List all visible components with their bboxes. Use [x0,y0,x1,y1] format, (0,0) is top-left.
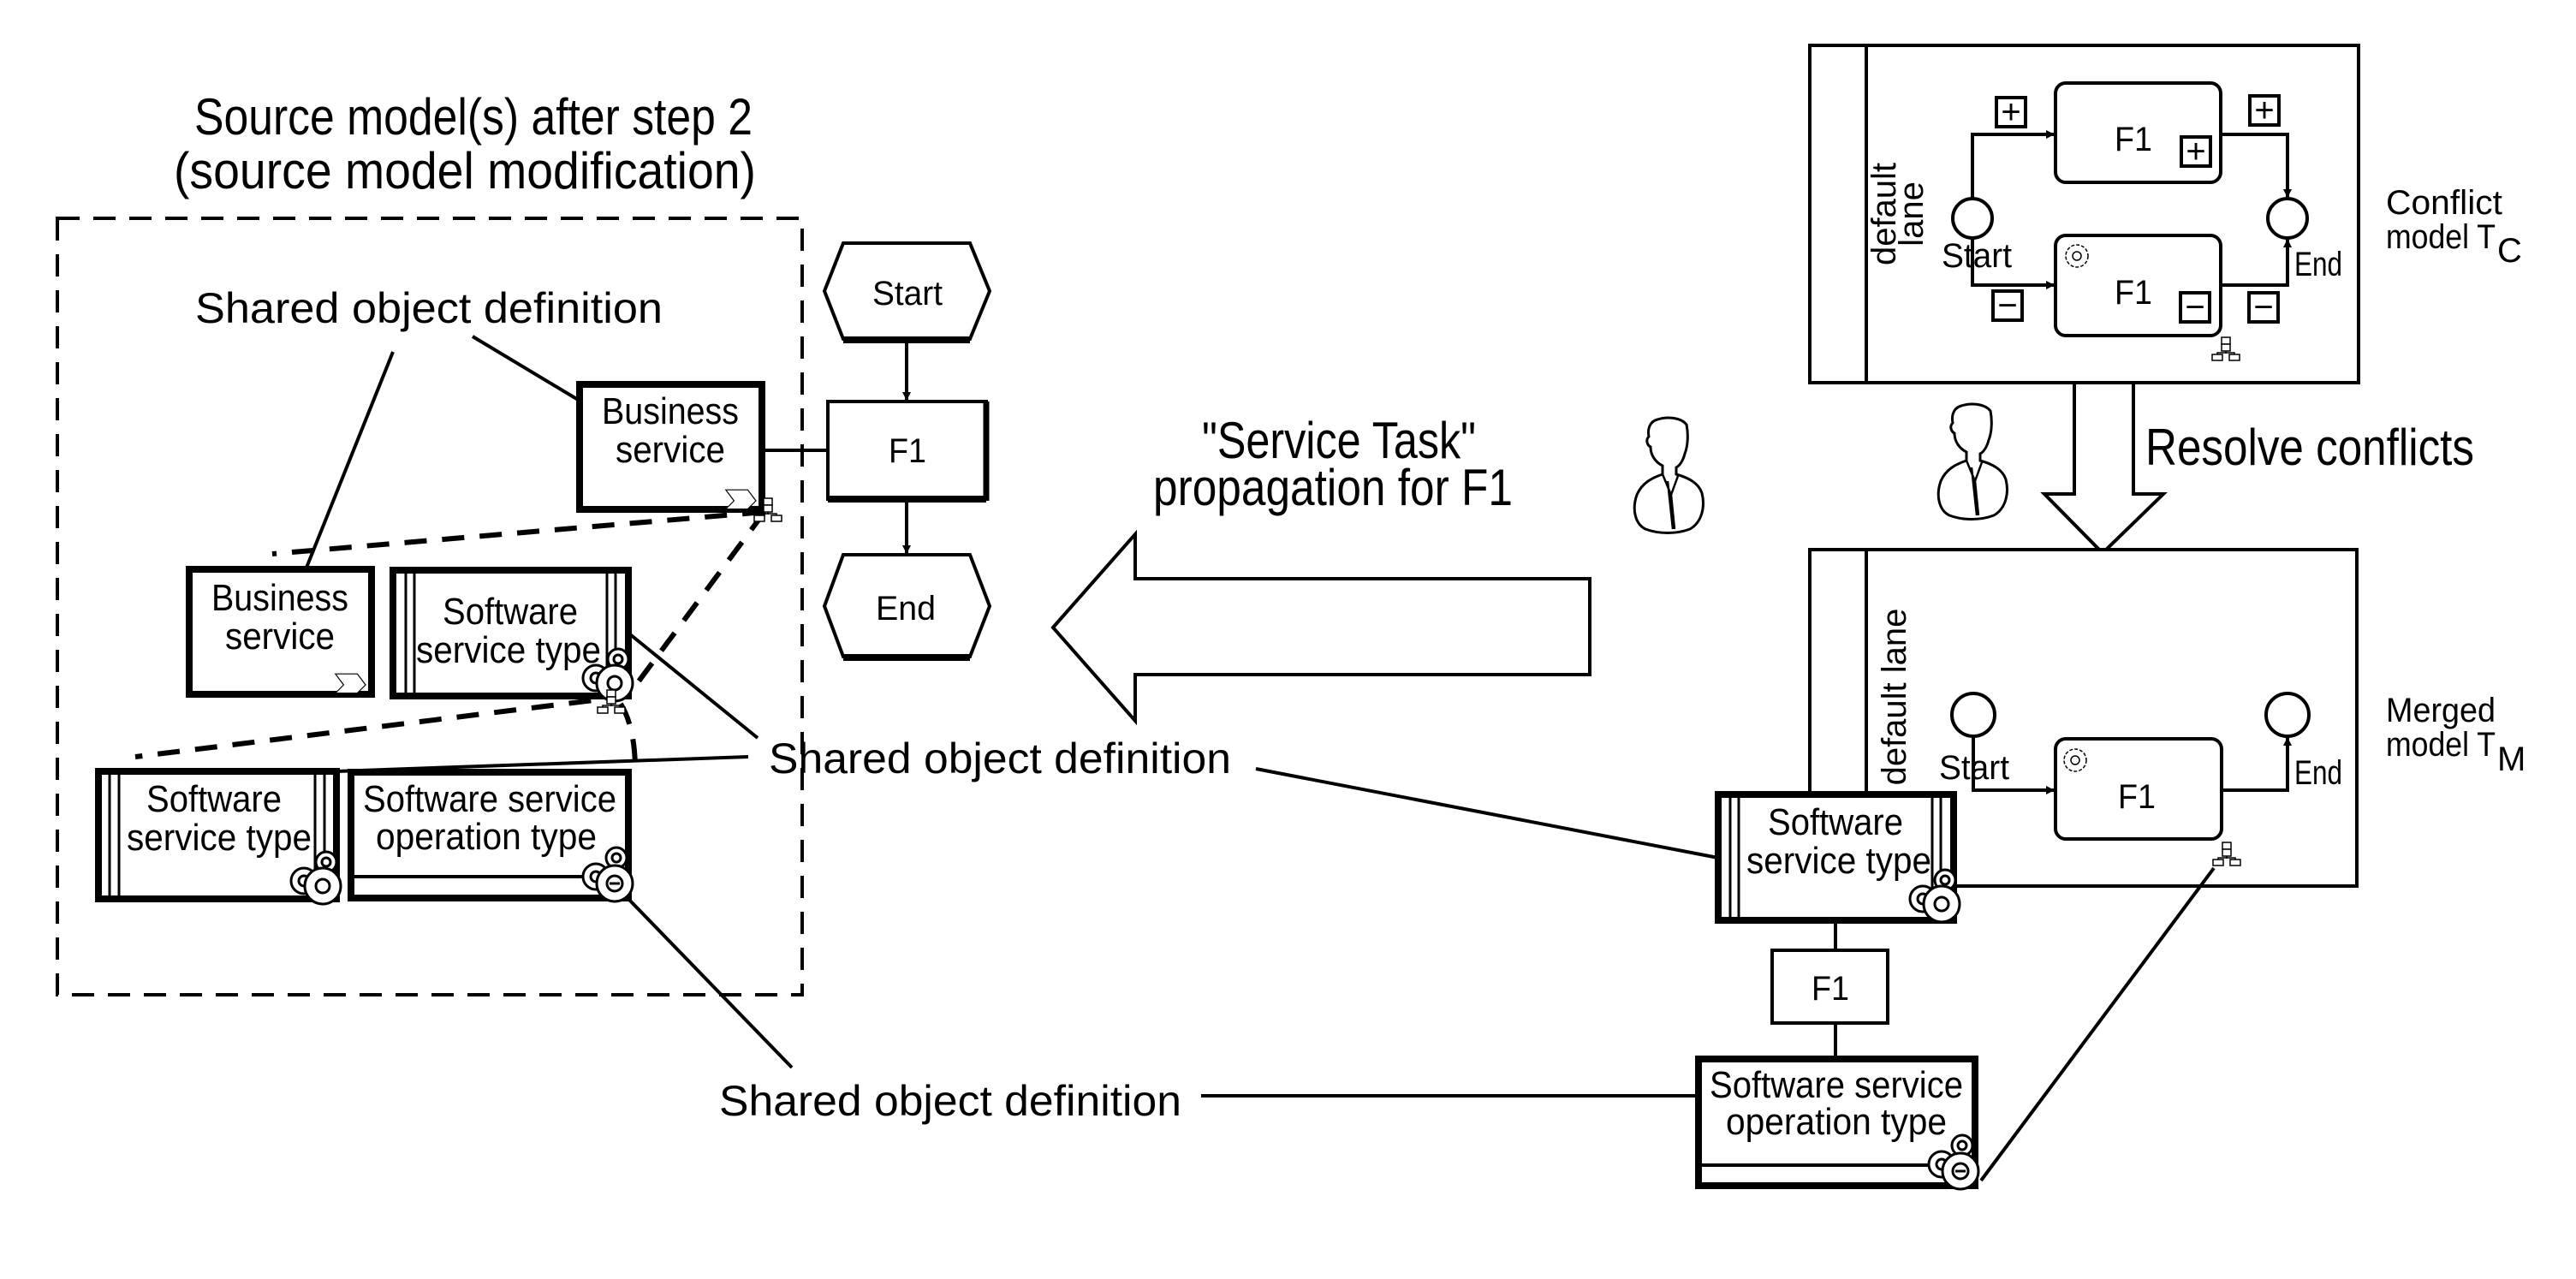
task-label: F1 [2115,274,2152,312]
task-f1[interactable]: F1 [2054,737,2223,841]
merged-model-caption: Merged model T M [2386,692,2525,778]
business-service-label: Business [602,390,739,432]
plus-icon: + [2001,93,2020,131]
annotation-line [305,351,395,568]
business-service-label: service [225,616,335,657]
plus-icon: + [2186,133,2205,170]
start-label: Start [872,275,943,312]
annotation-line [1979,866,2216,1182]
task-label: F1 [2118,778,2156,816]
propagation-arrow [1050,529,1591,726]
caption-subscript: M [2497,741,2525,778]
propagation-label: "Service Task" propagation for F1 [1153,412,1513,516]
software-service-type-object-2[interactable]: Software service type [95,768,342,906]
business-service-label: service [616,429,725,471]
relation-dashed-line [134,693,629,759]
end-label: End [2294,754,2342,792]
merged-function-f1[interactable]: F1 [1770,949,1889,1025]
annotation-line [471,335,581,402]
function-f1[interactable]: F1 [826,400,990,503]
software-service-type-label: Software [443,591,578,633]
start-event-circle[interactable] [1950,692,1996,738]
relation-dashed-line [626,510,767,697]
software-service-type-label: service type [127,817,312,859]
lane-label: default lane [1876,609,1913,786]
annotation-line [628,633,759,740]
source-model-title: Source model(s) after step 2 (source mod… [174,88,756,199]
business-service-label: Business [211,577,348,619]
caption-line-1: Merged [2386,692,2496,729]
start-label: Start [1942,237,2012,275]
software-service-type-label: Software [1768,801,1903,843]
propagation-label-line-2: propagation for F1 [1153,459,1513,516]
minus-icon: − [2185,289,2204,326]
end-event-circle[interactable] [2264,692,2311,738]
start-event-circle[interactable] [1951,197,1994,240]
minus-icon: − [2253,289,2273,326]
person-icon [1936,402,2008,521]
merged-software-service-type-object[interactable]: Software service type [1715,791,1961,924]
relation-dashed-line [271,509,765,556]
caption-line-2: model T [2386,218,2496,256]
minus-icon: − [1997,287,2017,324]
business-service-object-2[interactable]: Business service [186,566,375,698]
software-service-operation-type-label: operation type [376,816,597,858]
software-service-operation-type-label: Software service [1710,1064,1963,1106]
business-service-object-1[interactable]: Business service [576,381,765,513]
software-service-operation-type-label: Software service [363,778,616,820]
conflict-model-caption: Conflict model T C [2386,184,2522,270]
task-f1-added[interactable]: F1 + [2054,81,2222,184]
software-service-type-object-1[interactable]: Software service type [390,567,634,703]
title-line-2: (source model modification) [174,142,756,199]
task-f1-removed[interactable]: F1 − [2054,234,2222,337]
end-label: End [876,590,936,628]
software-service-type-label: service type [416,629,601,671]
function-label: F1 [889,432,926,470]
shared-object-label-middle: Shared object definition [769,735,1231,782]
software-service-type-label: Software [146,778,282,820]
end-event-circle[interactable] [2266,197,2309,240]
annotation-line [627,897,794,1069]
software-service-operation-type-label: operation type [1726,1101,1947,1143]
caption-subscript: C [2497,232,2522,270]
service-task-cog-icon [2063,748,2087,772]
end-label: End [2294,246,2342,283]
conflict-model: default lane Start End F1 + F1 − + + − − [1808,44,2360,384]
software-service-type-label: service type [1746,840,1931,882]
caption-line-1: Conflict [2386,184,2502,222]
start-event[interactable]: Start [822,241,992,343]
plus-icon: + [2254,92,2274,129]
shared-object-label-bottom: Shared object definition [719,1077,1181,1125]
annotation-line [1255,767,1719,860]
merged-software-service-operation-type-object[interactable]: Software service operation type [1695,1056,1980,1191]
person-icon [1633,416,1704,534]
end-event[interactable]: End [822,553,992,661]
resolve-conflicts-label: Resolve conflicts [2145,419,2474,476]
function-label: F1 [1812,970,1849,1008]
task-label: F1 [2115,121,2152,158]
title-line-1: Source model(s) after step 2 [194,88,753,146]
diagram-canvas: Source model(s) after step 2 (source mod… [56,44,2525,1191]
software-service-operation-type-object[interactable]: Software service operation type [348,769,634,903]
lane-label-line-2: lane [1893,181,1931,247]
caption-line-2: model T [2386,726,2496,764]
shared-object-label-top: Shared object definition [195,284,663,332]
service-task-cog-icon [2065,244,2089,268]
